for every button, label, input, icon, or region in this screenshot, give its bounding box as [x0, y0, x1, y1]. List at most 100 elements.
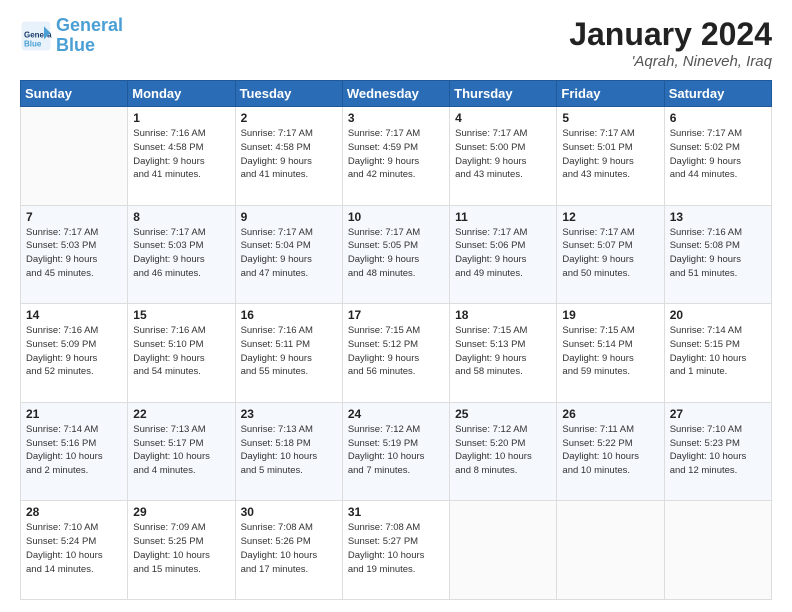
day-info: Sunrise: 7:17 AM Sunset: 5:04 PM Dayligh…	[241, 226, 337, 281]
calendar-cell: 29 Sunrise: 7:09 AM Sunset: 5:25 PM Dayli…	[128, 501, 235, 600]
day-number: 20	[670, 308, 766, 322]
day-info: Sunrise: 7:09 AM Sunset: 5:25 PM Dayligh…	[133, 521, 229, 576]
day-info: Sunrise: 7:10 AM Sunset: 5:23 PM Dayligh…	[670, 423, 766, 478]
calendar-cell: 20 Sunrise: 7:14 AM Sunset: 5:15 PM Dayli…	[664, 304, 771, 403]
day-number: 2	[241, 111, 337, 125]
calendar-cell: 11Sunrise: 7:17 AM Sunset: 5:06 PM Dayli…	[450, 205, 557, 304]
day-number: 13	[670, 210, 766, 224]
day-number: 10	[348, 210, 444, 224]
day-number: 12	[562, 210, 658, 224]
day-number: 17	[348, 308, 444, 322]
day-number: 22	[133, 407, 229, 421]
day-info: Sunrise: 7:11 AM Sunset: 5:22 PM Dayligh…	[562, 423, 658, 478]
day-info: Sunrise: 7:08 AM Sunset: 5:27 PM Dayligh…	[348, 521, 444, 576]
calendar-cell: 24Sunrise: 7:12 AM Sunset: 5:19 PM Dayli…	[342, 402, 449, 501]
calendar-cell: 9 Sunrise: 7:17 AM Sunset: 5:04 PM Daylig…	[235, 205, 342, 304]
day-info: Sunrise: 7:08 AM Sunset: 5:26 PM Dayligh…	[241, 521, 337, 576]
calendar-cell: 15 Sunrise: 7:16 AM Sunset: 5:10 PM Dayli…	[128, 304, 235, 403]
day-number: 16	[241, 308, 337, 322]
calendar-header-row: SundayMondayTuesdayWednesdayThursdayFrid…	[21, 81, 772, 107]
calendar-cell: 4Sunrise: 7:17 AM Sunset: 5:00 PM Daylig…	[450, 107, 557, 206]
weekday-header: Tuesday	[235, 81, 342, 107]
weekday-header: Friday	[557, 81, 664, 107]
day-number: 9	[241, 210, 337, 224]
day-number: 3	[348, 111, 444, 125]
calendar-week-row: 1 Sunrise: 7:16 AM Sunset: 4:58 PM Daylig…	[21, 107, 772, 206]
day-info: Sunrise: 7:16 AM Sunset: 5:08 PM Dayligh…	[670, 226, 766, 281]
day-info: Sunrise: 7:12 AM Sunset: 5:20 PM Dayligh…	[455, 423, 551, 478]
day-info: Sunrise: 7:15 AM Sunset: 5:12 PM Dayligh…	[348, 324, 444, 379]
day-info: Sunrise: 7:10 AM Sunset: 5:24 PM Dayligh…	[26, 521, 122, 576]
day-number: 1	[133, 111, 229, 125]
main-title: January 2024	[569, 16, 772, 53]
day-info: Sunrise: 7:16 AM Sunset: 4:58 PM Dayligh…	[133, 127, 229, 182]
calendar-cell: 30 Sunrise: 7:08 AM Sunset: 5:26 PM Dayli…	[235, 501, 342, 600]
svg-text:Blue: Blue	[24, 39, 42, 48]
weekday-header: Monday	[128, 81, 235, 107]
calendar-cell: 12 Sunrise: 7:17 AM Sunset: 5:07 PM Dayli…	[557, 205, 664, 304]
calendar-cell: 3 Sunrise: 7:17 AM Sunset: 4:59 PM Daylig…	[342, 107, 449, 206]
day-info: Sunrise: 7:17 AM Sunset: 5:01 PM Dayligh…	[562, 127, 658, 182]
day-number: 6	[670, 111, 766, 125]
day-info: Sunrise: 7:13 AM Sunset: 5:17 PM Dayligh…	[133, 423, 229, 478]
day-info: Sunrise: 7:17 AM Sunset: 4:58 PM Dayligh…	[241, 127, 337, 182]
title-block: January 2024 'Aqrah, Nineveh, Iraq	[569, 16, 772, 70]
day-number: 14	[26, 308, 122, 322]
day-info: Sunrise: 7:17 AM Sunset: 5:03 PM Dayligh…	[26, 226, 122, 281]
logo-icon: General Blue	[20, 20, 52, 52]
day-info: Sunrise: 7:17 AM Sunset: 5:06 PM Dayligh…	[455, 226, 551, 281]
calendar-cell	[450, 501, 557, 600]
weekday-header: Saturday	[664, 81, 771, 107]
day-info: Sunrise: 7:17 AM Sunset: 5:05 PM Dayligh…	[348, 226, 444, 281]
calendar-cell: 16 Sunrise: 7:16 AM Sunset: 5:11 PM Dayli…	[235, 304, 342, 403]
day-number: 26	[562, 407, 658, 421]
day-info: Sunrise: 7:16 AM Sunset: 5:10 PM Dayligh…	[133, 324, 229, 379]
calendar-cell: 2 Sunrise: 7:17 AM Sunset: 4:58 PM Daylig…	[235, 107, 342, 206]
day-info: Sunrise: 7:17 AM Sunset: 5:03 PM Dayligh…	[133, 226, 229, 281]
day-info: Sunrise: 7:12 AM Sunset: 5:19 PM Dayligh…	[348, 423, 444, 478]
day-info: Sunrise: 7:16 AM Sunset: 5:11 PM Dayligh…	[241, 324, 337, 379]
day-number: 5	[562, 111, 658, 125]
page: General Blue General Blue January 2024 '…	[0, 0, 792, 612]
day-number: 8	[133, 210, 229, 224]
day-info: Sunrise: 7:17 AM Sunset: 5:00 PM Dayligh…	[455, 127, 551, 182]
subtitle: 'Aqrah, Nineveh, Iraq	[569, 53, 772, 70]
day-info: Sunrise: 7:15 AM Sunset: 5:14 PM Dayligh…	[562, 324, 658, 379]
day-number: 29	[133, 505, 229, 519]
calendar-cell: 8 Sunrise: 7:17 AM Sunset: 5:03 PM Daylig…	[128, 205, 235, 304]
day-number: 23	[241, 407, 337, 421]
day-info: Sunrise: 7:17 AM Sunset: 5:07 PM Dayligh…	[562, 226, 658, 281]
calendar-week-row: 14 Sunrise: 7:16 AM Sunset: 5:09 PM Dayli…	[21, 304, 772, 403]
calendar-cell: 22 Sunrise: 7:13 AM Sunset: 5:17 PM Dayli…	[128, 402, 235, 501]
calendar-cell: 23 Sunrise: 7:13 AM Sunset: 5:18 PM Dayli…	[235, 402, 342, 501]
calendar-cell: 31 Sunrise: 7:08 AM Sunset: 5:27 PM Dayli…	[342, 501, 449, 600]
calendar-cell: 10 Sunrise: 7:17 AM Sunset: 5:05 PM Dayli…	[342, 205, 449, 304]
calendar-cell	[21, 107, 128, 206]
calendar-cell: 5 Sunrise: 7:17 AM Sunset: 5:01 PM Daylig…	[557, 107, 664, 206]
day-number: 25	[455, 407, 551, 421]
day-number: 30	[241, 505, 337, 519]
calendar-week-row: 28Sunrise: 7:10 AM Sunset: 5:24 PM Dayli…	[21, 501, 772, 600]
day-info: Sunrise: 7:15 AM Sunset: 5:13 PM Dayligh…	[455, 324, 551, 379]
day-info: Sunrise: 7:17 AM Sunset: 5:02 PM Dayligh…	[670, 127, 766, 182]
calendar-week-row: 21Sunrise: 7:14 AM Sunset: 5:16 PM Dayli…	[21, 402, 772, 501]
calendar-cell: 21Sunrise: 7:14 AM Sunset: 5:16 PM Dayli…	[21, 402, 128, 501]
day-info: Sunrise: 7:16 AM Sunset: 5:09 PM Dayligh…	[26, 324, 122, 379]
day-number: 27	[670, 407, 766, 421]
day-info: Sunrise: 7:14 AM Sunset: 5:15 PM Dayligh…	[670, 324, 766, 379]
calendar-cell	[664, 501, 771, 600]
weekday-header: Thursday	[450, 81, 557, 107]
day-number: 15	[133, 308, 229, 322]
calendar-cell	[557, 501, 664, 600]
weekday-header: Sunday	[21, 81, 128, 107]
day-info: Sunrise: 7:17 AM Sunset: 4:59 PM Dayligh…	[348, 127, 444, 182]
calendar-week-row: 7Sunrise: 7:17 AM Sunset: 5:03 PM Daylig…	[21, 205, 772, 304]
calendar-table: SundayMondayTuesdayWednesdayThursdayFrid…	[20, 80, 772, 600]
day-number: 18	[455, 308, 551, 322]
weekday-header: Wednesday	[342, 81, 449, 107]
calendar-cell: 1 Sunrise: 7:16 AM Sunset: 4:58 PM Daylig…	[128, 107, 235, 206]
day-number: 21	[26, 407, 122, 421]
day-number: 31	[348, 505, 444, 519]
calendar-cell: 14 Sunrise: 7:16 AM Sunset: 5:09 PM Dayli…	[21, 304, 128, 403]
day-info: Sunrise: 7:13 AM Sunset: 5:18 PM Dayligh…	[241, 423, 337, 478]
